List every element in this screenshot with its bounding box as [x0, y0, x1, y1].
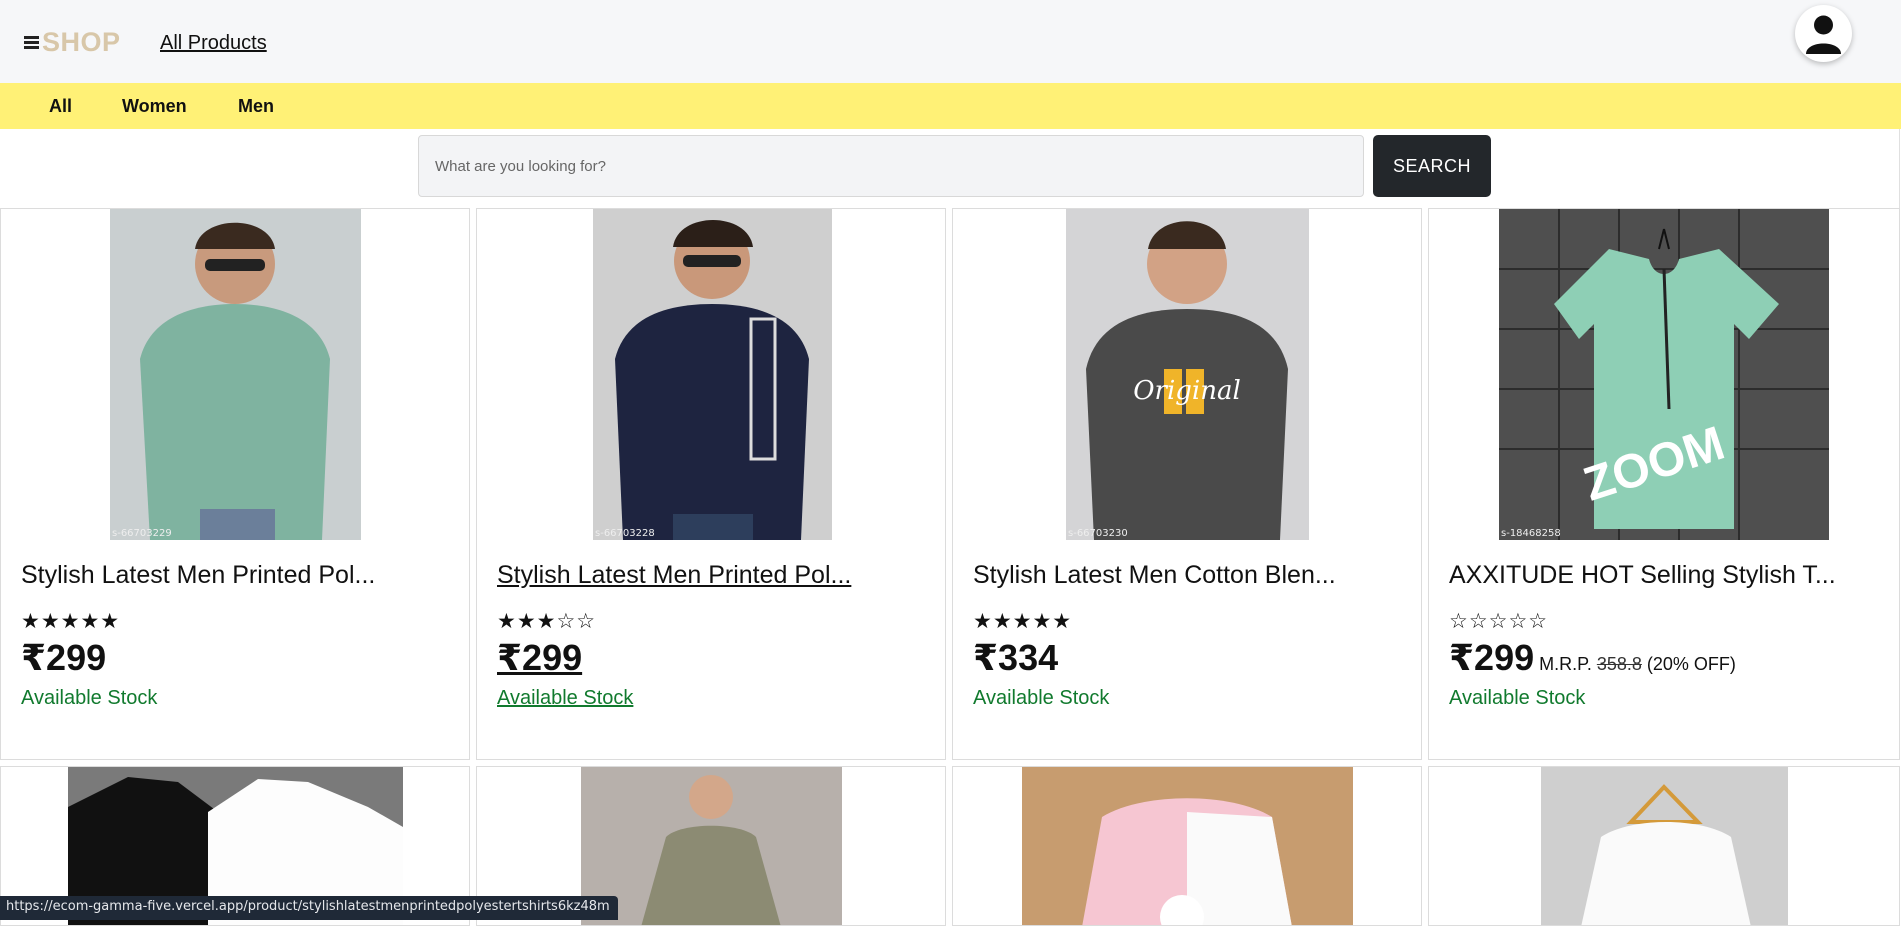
price-value: ₹334 [973, 637, 1059, 678]
product-card[interactable] [952, 766, 1422, 926]
stock-status: Available Stock [973, 687, 1110, 709]
stock-status: Available Stock [21, 687, 158, 709]
category-all[interactable]: All [49, 96, 72, 117]
stock-status: Available Stock [497, 687, 634, 709]
product-card[interactable] [1428, 766, 1900, 926]
top-header: SHOP All Products [0, 0, 1901, 83]
rating-stars: ★★★★★ [973, 609, 1073, 633]
link-status-bar: https://ecom-gamma-five.vercel.app/produ… [0, 896, 618, 920]
price-value: ₹299 [21, 637, 107, 678]
product-image[interactable]: s-66703229 [110, 209, 361, 540]
product-title[interactable]: Stylish Latest Men Printed Pol... [497, 561, 851, 590]
price-value: ₹299 [497, 637, 583, 678]
product-image[interactable] [1541, 767, 1788, 925]
user-avatar-icon[interactable] [1795, 5, 1852, 62]
discount-label: (20% OFF) [1646, 654, 1736, 674]
category-men[interactable]: Men [238, 96, 274, 117]
menu-icon[interactable] [24, 35, 39, 50]
stock-status: Available Stock [1449, 687, 1586, 709]
product-price: ₹299 [497, 637, 582, 679]
image-code: s-66703229 [112, 528, 172, 539]
rating-stars: ★★★★★ [21, 609, 121, 633]
mrp-value: 358.8 [1596, 654, 1642, 674]
image-code: s-18468258 [1501, 528, 1561, 539]
mrp-label: M.R.P. [1539, 654, 1592, 674]
image-code: s-66703230 [1068, 528, 1128, 539]
product-title[interactable]: AXXITUDE HOT Selling Stylish T... [1449, 561, 1836, 590]
product-price: ₹299 [21, 637, 106, 679]
product-card[interactable]: ZOOM s-18468258 AXXITUDE HOT Selling Sty… [1428, 208, 1900, 760]
product-image[interactable]: ZOOM s-18468258 [1499, 209, 1829, 540]
all-products-link[interactable]: All Products [160, 32, 267, 55]
product-image[interactable] [581, 767, 842, 925]
svg-text:Original: Original [1133, 376, 1241, 406]
search-input[interactable] [418, 135, 1364, 197]
product-price: ₹299 M.R.P. 358.8 (20% OFF) [1449, 637, 1736, 679]
search-button[interactable]: SEARCH [1373, 135, 1491, 197]
product-image[interactable] [1022, 767, 1353, 925]
divider [1899, 129, 1900, 211]
category-women[interactable]: Women [122, 96, 187, 117]
category-bar: All Women Men [0, 83, 1901, 129]
image-code: s-66703228 [595, 528, 655, 539]
product-title[interactable]: Stylish Latest Men Cotton Blen... [973, 561, 1336, 590]
rating-stars: ☆☆☆☆☆ [1449, 609, 1549, 633]
product-price: ₹334 [973, 637, 1058, 679]
product-card[interactable]: s-66703229 Stylish Latest Men Printed Po… [0, 208, 470, 760]
product-title[interactable]: Stylish Latest Men Printed Pol... [21, 561, 375, 590]
product-card[interactable]: s-66703228 Stylish Latest Men Printed Po… [476, 208, 946, 760]
logo-text: SHOP [42, 27, 121, 57]
price-value: ₹299 [1449, 637, 1535, 678]
product-image[interactable]: Original s-66703230 [1066, 209, 1309, 540]
product-card[interactable]: Original s-66703230 Stylish Latest Men C… [952, 208, 1422, 760]
shop-logo[interactable]: SHOP [24, 27, 121, 58]
product-image[interactable]: s-66703228 [593, 209, 832, 540]
mrp-info: M.R.P. 358.8 (20% OFF) [1534, 654, 1736, 674]
rating-stars: ★★★☆☆ [497, 609, 597, 633]
